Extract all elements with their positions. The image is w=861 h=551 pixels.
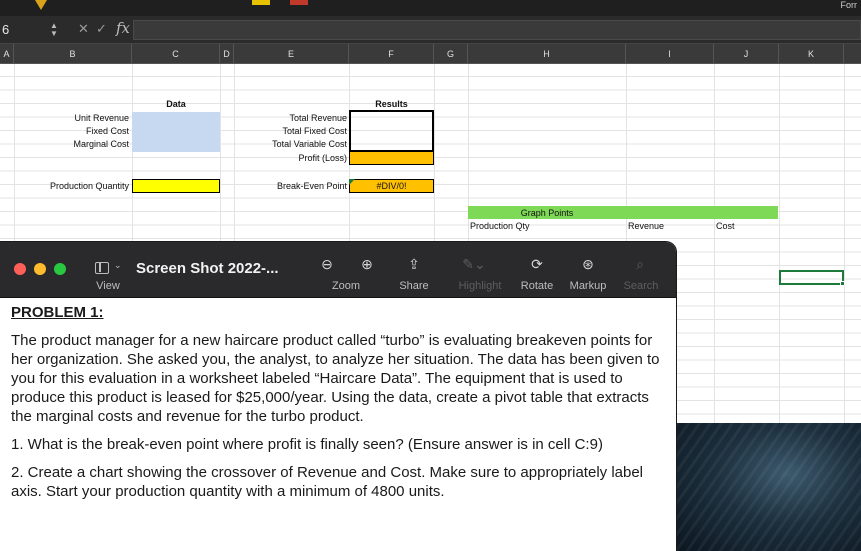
cost-header: Cost: [716, 221, 735, 231]
zoom-out-icon[interactable]: ⊖: [319, 256, 335, 273]
selected-cell[interactable]: [779, 270, 845, 286]
total-revenue-label: Total Revenue: [289, 113, 347, 123]
problem-paragraph: The product manager for a new haircare p…: [11, 332, 660, 425]
zoom-label[interactable]: Zoom: [325, 280, 367, 292]
close-window-button[interactable]: [14, 263, 26, 275]
view-menu-chevron-icon[interactable]: ⌄: [114, 260, 122, 271]
column-header-i[interactable]: I: [626, 44, 714, 64]
ribbon-highlight-swatch[interactable]: [252, 0, 270, 5]
view-label[interactable]: View: [95, 280, 121, 292]
profit-loss-label: Profit (Loss): [298, 153, 347, 163]
data-header: Data: [166, 99, 186, 109]
preview-window: ⌄ View Screen Shot 2022-... ⊖ ⊕ Zoom ⇪ S…: [0, 242, 676, 551]
name-box[interactable]: 6: [0, 20, 34, 40]
formula-bar: 6 ▲ ▼ ✕ ✓ fx: [0, 16, 861, 44]
ribbon-format-label[interactable]: Forr: [841, 0, 858, 10]
problem-heading: PROBLEM 1:: [11, 304, 104, 321]
question-2: 2. Create a chart showing the crossover …: [11, 464, 644, 500]
minimize-window-button[interactable]: [34, 263, 46, 275]
data-input-cells[interactable]: [132, 112, 220, 152]
search-label[interactable]: Search: [620, 280, 662, 292]
highlight-icon[interactable]: ✎⌄: [459, 256, 489, 273]
markup-label[interactable]: Markup: [566, 280, 610, 292]
column-header-h[interactable]: H: [468, 44, 626, 64]
preview-toolbar: ⌄ View Screen Shot 2022-... ⊖ ⊕ Zoom ⇪ S…: [0, 242, 676, 298]
column-headers: A B C D E F G H I J K: [0, 44, 861, 64]
document-title[interactable]: Screen Shot 2022-...: [136, 260, 279, 277]
zoom-in-icon[interactable]: ⊕: [359, 256, 375, 273]
total-fixed-cost-label: Total Fixed Cost: [282, 126, 347, 136]
break-even-value-cell[interactable]: #DIV/0!: [349, 179, 434, 193]
column-header-e[interactable]: E: [234, 44, 349, 64]
zoom-window-button[interactable]: [54, 263, 66, 275]
production-quantity-input[interactable]: [132, 179, 220, 193]
document-content[interactable]: PROBLEM 1: The product manager for a new…: [0, 299, 676, 551]
highlight-label[interactable]: Highlight: [454, 280, 506, 292]
desktop-wallpaper: [676, 423, 861, 551]
column-header-g[interactable]: G: [434, 44, 468, 64]
question-1: 1. What is the break-even point where pr…: [11, 436, 603, 453]
ribbon-fill-color-icon[interactable]: [35, 0, 47, 10]
results-output-box[interactable]: [349, 110, 434, 152]
excel-ribbon-strip: Forr: [0, 0, 861, 16]
column-header-a[interactable]: A: [0, 44, 14, 64]
formula-input[interactable]: [133, 20, 861, 40]
results-header: Results: [375, 99, 408, 109]
fill-handle[interactable]: [840, 281, 845, 286]
column-header-f[interactable]: F: [349, 44, 434, 64]
rotate-label[interactable]: Rotate: [517, 280, 557, 292]
total-variable-cost-label: Total Variable Cost: [272, 139, 347, 149]
break-even-point-label: Break-Even Point: [276, 181, 347, 191]
share-icon[interactable]: ⇪: [406, 256, 422, 273]
insert-function-icon[interactable]: fx: [116, 19, 130, 37]
production-qty-header: Production Qty: [470, 221, 530, 231]
search-icon[interactable]: ⌕: [632, 256, 648, 273]
unit-revenue-label: Unit Revenue: [74, 113, 129, 123]
column-header-j[interactable]: J: [714, 44, 779, 64]
marginal-cost-label: Marginal Cost: [73, 139, 129, 149]
column-header-d[interactable]: D: [220, 44, 234, 64]
ribbon-font-color-swatch[interactable]: [290, 0, 308, 5]
profit-loss-cell[interactable]: [349, 151, 434, 165]
revenue-header: Revenue: [628, 221, 665, 231]
column-header-b[interactable]: B: [14, 44, 132, 64]
graph-points-header: Graph Points: [520, 208, 574, 218]
column-header-k[interactable]: K: [779, 44, 844, 64]
column-header-c[interactable]: C: [132, 44, 220, 64]
share-label[interactable]: Share: [397, 280, 431, 292]
confirm-entry-icon[interactable]: ✓: [96, 21, 107, 37]
fixed-cost-label: Fixed Cost: [85, 126, 129, 136]
rotate-icon[interactable]: ⟳: [529, 256, 545, 273]
error-indicator-icon[interactable]: [349, 179, 355, 185]
name-box-stepper-icon[interactable]: ▲ ▼: [50, 22, 58, 38]
production-quantity-label: Production Quantity: [49, 181, 129, 191]
cancel-entry-icon[interactable]: ✕: [78, 21, 89, 37]
markup-icon[interactable]: ⊛: [580, 256, 596, 273]
sidebar-icon[interactable]: [95, 262, 109, 274]
